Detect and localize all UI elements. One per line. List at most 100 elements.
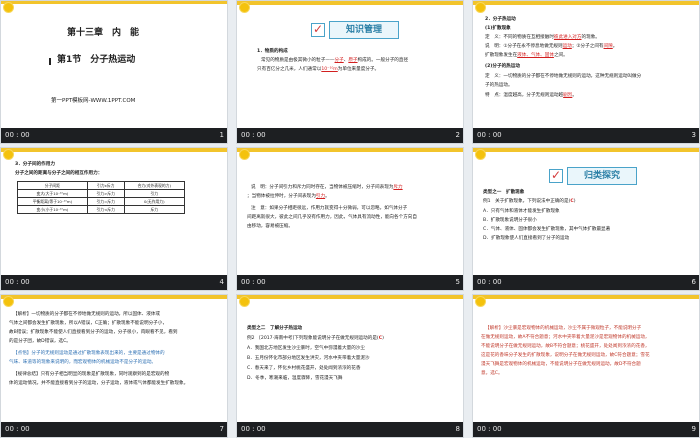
text-line: 类型之一 扩散现象 bbox=[483, 190, 525, 195]
slide-sorter-grid: 第十三章 内 能 第1节 分子热运动 第一PPT模板网-WWW.1PPT.COM… bbox=[0, 0, 700, 438]
slide-1-top-band bbox=[1, 1, 227, 4]
table-cell: 引力>斥力 bbox=[86, 189, 125, 198]
slide-7-top-band bbox=[1, 295, 227, 299]
timing-label: 00 : 00 bbox=[241, 278, 266, 286]
table-row: 分子间距 引力ⅹ斥力 合力(对外表现的力) bbox=[17, 181, 186, 190]
force-table: 分子间距 引力ⅹ斥力 合力(对外表现的力) 变大(大于10⁻¹⁰m) 引力>斥力 引力 … bbox=[17, 181, 186, 214]
slide-number: 9 bbox=[691, 425, 696, 433]
text-line: 只有百亿分之几米，人们通常以10⁻¹⁰m为单位来量度分子。 bbox=[257, 67, 380, 72]
slide-footer-text: 第一PPT模板网-WWW.1PPT.COM bbox=[51, 98, 136, 104]
table-header-cell: 分子间距 bbox=[17, 181, 88, 190]
slide-4-status-bar: 00 : 00 4 bbox=[1, 275, 227, 290]
text-line: A．只有气体和液体才能发生扩散现象 bbox=[483, 209, 560, 214]
slide-9-status-bar: 00 : 00 9 bbox=[473, 422, 699, 437]
section-header: 知识管理 bbox=[329, 21, 399, 39]
timing-label: 00 : 00 bbox=[477, 278, 502, 286]
table-header-cell: 引力ⅹ斥力 bbox=[86, 181, 125, 190]
timing-label: 00 : 00 bbox=[241, 131, 266, 139]
timing-label: 00 : 00 bbox=[477, 425, 502, 433]
slide-thumbnail-6[interactable]: ✓ 归类探究 类型之一 扩散现象 例1 关于扩散现象，下列说法中正确的是(C) … bbox=[472, 147, 700, 291]
sun-icon bbox=[2, 295, 15, 308]
sun-icon bbox=[238, 295, 251, 308]
timing-label: 00 : 00 bbox=[5, 425, 30, 433]
text-line: (1)扩散现象 bbox=[485, 26, 511, 31]
text-line: 的是分子团，故D错误，选C。 bbox=[9, 339, 71, 344]
text-line: 不能说明分子在做无规则运动，故B不符合题意；桃花盛开，处处闻到浓浓的花香， bbox=[481, 344, 650, 349]
text-line: 例2 [2017·海南中考]下列现象能说明分子在做无规则运动的是(C) bbox=[247, 336, 384, 341]
text-line: 漫天飞舞是宏观物体的机械运动，不能说明分子在做无规则运动，故D不符合题 bbox=[481, 362, 641, 367]
text-line: 定 义：一切物质的分子都在不停地做无规则的运动，这种无规则运动叫做分 bbox=[485, 74, 642, 79]
text-line: 气体之间都会发生扩散现象，所以A错误，C正确；扩散现象不能说明分子小， bbox=[9, 321, 167, 326]
table-cell: 引力 bbox=[123, 189, 186, 198]
text-line: C．气体、液体、固体都会发生扩散现象，其中气体扩散最显著 bbox=[483, 227, 611, 232]
text-line: 常见的物质是由极其微小的粒子——分子、原子构成的。一般分子的直径 bbox=[261, 58, 409, 63]
table-cell: 引力=斥力 bbox=[86, 197, 125, 206]
text-line: 【解析】一切物质的分子都在不停地做无规则的运动，所以固体、液体或 bbox=[13, 312, 161, 317]
text-line: B．五月份怀化市部分地区发生洪灾，河水中夹带着大量泥沙 bbox=[247, 356, 370, 361]
text-line: 分子之间的距离与分子之间的相互作用力： bbox=[15, 171, 103, 176]
slide-thumbnail-2[interactable]: ✓ 知识管理 1．物质的构成 常见的物质是由极其微小的粒子——分子、原子构成的。… bbox=[236, 0, 464, 144]
text-line: 类型之二 了解分子热运动 bbox=[247, 326, 303, 331]
slide-4-top-band bbox=[1, 148, 227, 152]
text-line: D．冬季，寒潮来临，温度骤降，雪花漫天飞舞 bbox=[247, 376, 343, 381]
slide-7-content: 【解析】一切物质的分子都在不停地做无规则的运动，所以固体、液体或 气体之间都会发… bbox=[1, 295, 227, 424]
text-line: 意。选C。 bbox=[481, 371, 503, 376]
slide-5-top-band bbox=[237, 148, 463, 152]
slide-8-status-bar: 00 : 00 8 bbox=[237, 422, 463, 437]
table-cell: 平衡距离(等于10⁻¹⁰m) bbox=[17, 197, 88, 206]
sun-icon bbox=[474, 1, 487, 14]
slide-5-content: 说 明：分子间引力和斥力同时存在，当物体被压缩时，分子间表现为斥力 ；当物体被拉… bbox=[237, 148, 463, 277]
text-line: D．扩散现象使人们直接看到了分子的运动 bbox=[483, 236, 570, 241]
timing-label: 00 : 00 bbox=[241, 425, 266, 433]
table-cell: 变大(大于10⁻¹⁰m) bbox=[17, 189, 88, 198]
text-line: B．扩散现象说明分子很小 bbox=[483, 218, 537, 223]
text-line: 2．分子热运动 bbox=[485, 17, 516, 22]
text-line: 扩散现象发生在液体、气体、固体之间。 bbox=[485, 53, 568, 58]
slide-number: 2 bbox=[455, 131, 460, 139]
slide-2-top-band bbox=[237, 1, 463, 5]
section-marker bbox=[49, 58, 51, 65]
slide-thumbnail-9[interactable]: 【解析】沙尘暴是宏观物体的机械运动，沙尘不属于微观粒子，不能说明分子 在做无规则… bbox=[472, 294, 700, 438]
table-header-cell: 合力(对外表现的力) bbox=[123, 181, 186, 190]
sun-icon bbox=[238, 148, 251, 161]
text-line: ；当物体被拉伸时，分子间表现为引力。 bbox=[247, 194, 330, 199]
slide-number: 5 bbox=[455, 278, 460, 286]
slide-4-content: 3．分子间的作用力 分子之间的距离与分子之间的相互作用力： 分子间距 引力ⅹ斥力合… bbox=[1, 148, 227, 277]
text-line: 间距离就很大，彼此之间几乎没有作用力，因此，气体具有流动性，能向各个方向自 bbox=[247, 215, 417, 220]
text-line: C．春天来了，怀化乡村桃花盛开，处处闻到浓浓的花香 bbox=[247, 366, 361, 371]
text-line: 特 点：温度越高，分子无规则运动越剧烈。 bbox=[485, 93, 577, 98]
checkbox-icon: ✓ bbox=[549, 168, 563, 183]
slide-thumbnail-4[interactable]: 3．分子间的作用力 分子之间的距离与分子之间的相互作用力： 分子间距 引力ⅹ斥力合… bbox=[0, 147, 228, 291]
slide-9-content: 【解析】沙尘暴是宏观物体的机械运动，沙尘不属于微观粒子，不能说明分子 在做无规则… bbox=[473, 295, 699, 424]
slide-7-status-bar: 00 : 00 7 bbox=[1, 422, 227, 437]
slide-number: 8 bbox=[455, 425, 460, 433]
slide-thumbnail-7[interactable]: 【解析】一切物质的分子都在不停地做无规则的运动，所以固体、液体或 气体之间都会发… bbox=[0, 294, 228, 438]
section-title: 第1节 分子热运动 bbox=[57, 55, 136, 65]
slide-number: 6 bbox=[691, 278, 696, 286]
section-header: 归类探究 bbox=[567, 167, 637, 185]
text-line: 1．物质的构成 bbox=[257, 49, 288, 54]
sun-icon bbox=[2, 1, 15, 14]
slide-thumbnail-8[interactable]: 类型之二 了解分子热运动 例2 [2017·海南中考]下列现象能说明分子在做无规… bbox=[236, 294, 464, 438]
chapter-title: 第十三章 内 能 bbox=[67, 28, 140, 38]
table-cell: 变小(小于10⁻¹⁰m) bbox=[17, 205, 88, 214]
text-line: (2)分子的热运动 bbox=[485, 64, 520, 69]
text-line: 说 明：①分子在永不停息地做无规则运动；②分子之间有间隙。 bbox=[485, 44, 618, 49]
sun-icon bbox=[474, 295, 487, 308]
text-line: 在做无规则运动，故A不符合题意；河水中夹带着大量泥沙是宏观物体的机械运动， bbox=[481, 335, 650, 340]
text-line: 【解析】沙尘暴是宏观物体的机械运动，沙尘不属于微观粒子，不能说明分子 bbox=[485, 326, 642, 331]
text-line: 子的热运动。 bbox=[485, 83, 513, 88]
text-line: 故B错误；扩散现象不能使人们直接看到分子的运动，分子很小，肉眼看不见，看到 bbox=[9, 330, 178, 335]
text-line: 【规律总结】只有分子相当明显的现象是扩散现象，同时观察到的是宏观的物 bbox=[13, 372, 170, 377]
slide-thumbnail-5[interactable]: 说 明：分子间引力和斥力同时存在，当物体被压缩时，分子间表现为斥力 ；当物体被拉… bbox=[236, 147, 464, 291]
slide-3-top-band bbox=[473, 1, 699, 5]
slide-thumbnail-3[interactable]: 2．分子热运动 (1)扩散现象 定 义：不同的物质在互相接触时彼此进入对方的现象… bbox=[472, 0, 700, 144]
slide-2-status-bar: 00 : 00 2 bbox=[237, 128, 463, 143]
slide-number: 4 bbox=[219, 278, 224, 286]
slide-number: 7 bbox=[219, 425, 224, 433]
table-row: 平衡距离(等于10⁻¹⁰m) 引力=斥力 0(无作用力) bbox=[17, 197, 186, 206]
table-row: 变大(大于10⁻¹⁰m) 引力>斥力 引力 bbox=[17, 189, 186, 198]
sun-icon bbox=[474, 148, 487, 161]
table-cell: 斥力 bbox=[123, 205, 186, 214]
slide-thumbnail-1[interactable]: 第十三章 内 能 第1节 分子热运动 第一PPT模板网-WWW.1PPT.COM… bbox=[0, 0, 228, 144]
